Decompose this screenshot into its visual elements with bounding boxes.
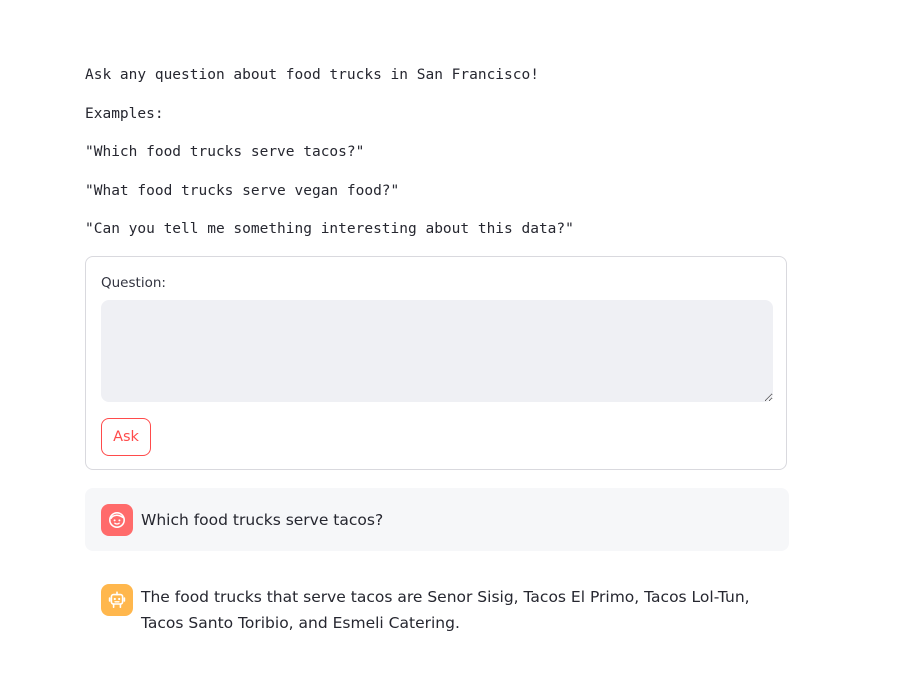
user-face-icon-svg <box>109 512 125 528</box>
ask-button[interactable]: Ask <box>101 418 151 456</box>
chat-message-user: Which food trucks serve tacos? <box>85 488 789 551</box>
robot-icon-svg <box>108 591 126 608</box>
user-message-text: Which food trucks serve tacos? <box>141 511 384 529</box>
chat-message-assistant: The food trucks that serve tacos are Sen… <box>85 569 789 649</box>
question-label: Question: <box>101 275 166 291</box>
example-question: "Can you tell me something interesting a… <box>85 221 574 237</box>
assistant-message-text: The food trucks that serve tacos are Sen… <box>141 588 750 632</box>
app-main: Ask any question about food trucks in Sa… <box>0 0 910 686</box>
user-face-icon <box>101 504 133 536</box>
robot-icon <box>101 584 133 616</box>
intro-heading: Ask any question about food trucks in Sa… <box>85 67 539 83</box>
question-input[interactable] <box>101 300 773 402</box>
example-question: "What food trucks serve vegan food?" <box>85 182 400 199</box>
example-question: "Which food trucks serve tacos?" <box>85 144 365 160</box>
examples-label: Examples: <box>85 105 164 122</box>
intro-text: Ask any question about food trucks in Sa… <box>85 64 805 257</box>
question-form: Question: Ask <box>85 256 787 470</box>
